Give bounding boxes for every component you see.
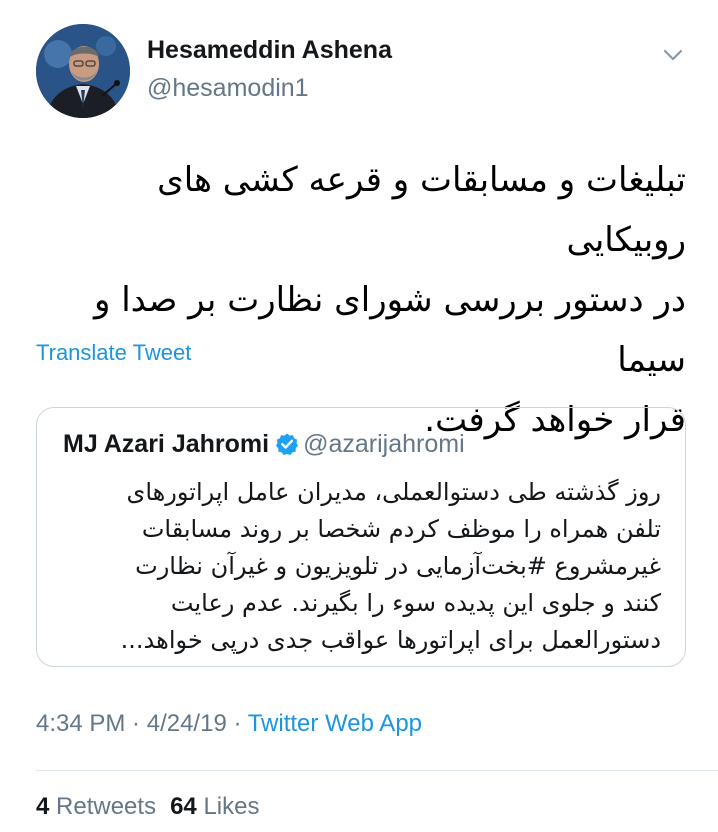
tweet-date[interactable]: 4/24/19 [147,710,227,737]
quoted-tweet[interactable]: MJ Azari Jahromi @azarijahromi روز گذشته … [36,407,686,667]
quoted-text-line: کنند و جلوی این پدیده سوء را بگیرند. عدم… [170,589,661,617]
avatar[interactable] [36,24,130,118]
retweets-label: Retweets [56,793,157,820]
tweet-time[interactable]: 4:34 PM [36,710,125,737]
tweet-text-line: تبلیغات و مسابقات و قرعه کشی های روبیکای… [157,160,686,260]
source-app-link[interactable]: Twitter Web App [248,710,422,737]
quoted-author-handle: @azarijahromi [303,430,465,458]
likes-count: 64 [170,793,197,820]
quoted-text-line: غیرمشروع #بخت‌آزمایی در تلویزیون و غیرآن… [135,552,661,580]
tweet-meta: 4:34 PM · 4/24/19 · Twitter Web App [36,710,422,738]
translate-tweet-link[interactable]: Translate Tweet [36,340,191,366]
quoted-text-line: تلفن همراه را موظف کردم شخصا بر روند مسا… [141,515,661,543]
chevron-down-icon[interactable] [660,42,686,68]
quoted-text-line: روز گذشته طی دستوالعملی، مدیران عامل اپر… [126,478,661,506]
author-handle[interactable]: @hesamodin1 [147,74,309,103]
profile-photo-icon [36,24,130,118]
verified-badge-icon [275,432,299,456]
retweets-count: 4 [36,793,50,820]
meta-separator: · [226,710,248,737]
quoted-tweet-text: روز گذشته طی دستوالعملی، مدیران عامل اپر… [61,474,661,659]
quoted-author-name: MJ Azari Jahromi [63,430,270,458]
tweet-text: تبلیغات و مسابقات و قرعه کشی های روبیکای… [36,150,686,450]
engagement-stats: 4 Retweets 64 Likes [36,793,259,821]
meta-separator: · [125,710,147,737]
retweets-stat[interactable]: 4 Retweets [36,793,156,820]
author-name[interactable]: Hesameddin Ashena [147,36,392,65]
tweet-header: Hesameddin Ashena @hesamodin1 [36,24,696,120]
quoted-tweet-header: MJ Azari Jahromi @azarijahromi [63,430,465,459]
divider [36,770,718,771]
likes-stat[interactable]: 64 Likes [170,793,259,820]
tweet-text-line: در دستور بررسی شورای نظارت بر صدا و سیما [93,280,686,380]
quoted-text-line: دستورالعمل برای اپراتورها عواقب جدی درپی… [120,626,661,654]
likes-label: Likes [203,793,260,820]
